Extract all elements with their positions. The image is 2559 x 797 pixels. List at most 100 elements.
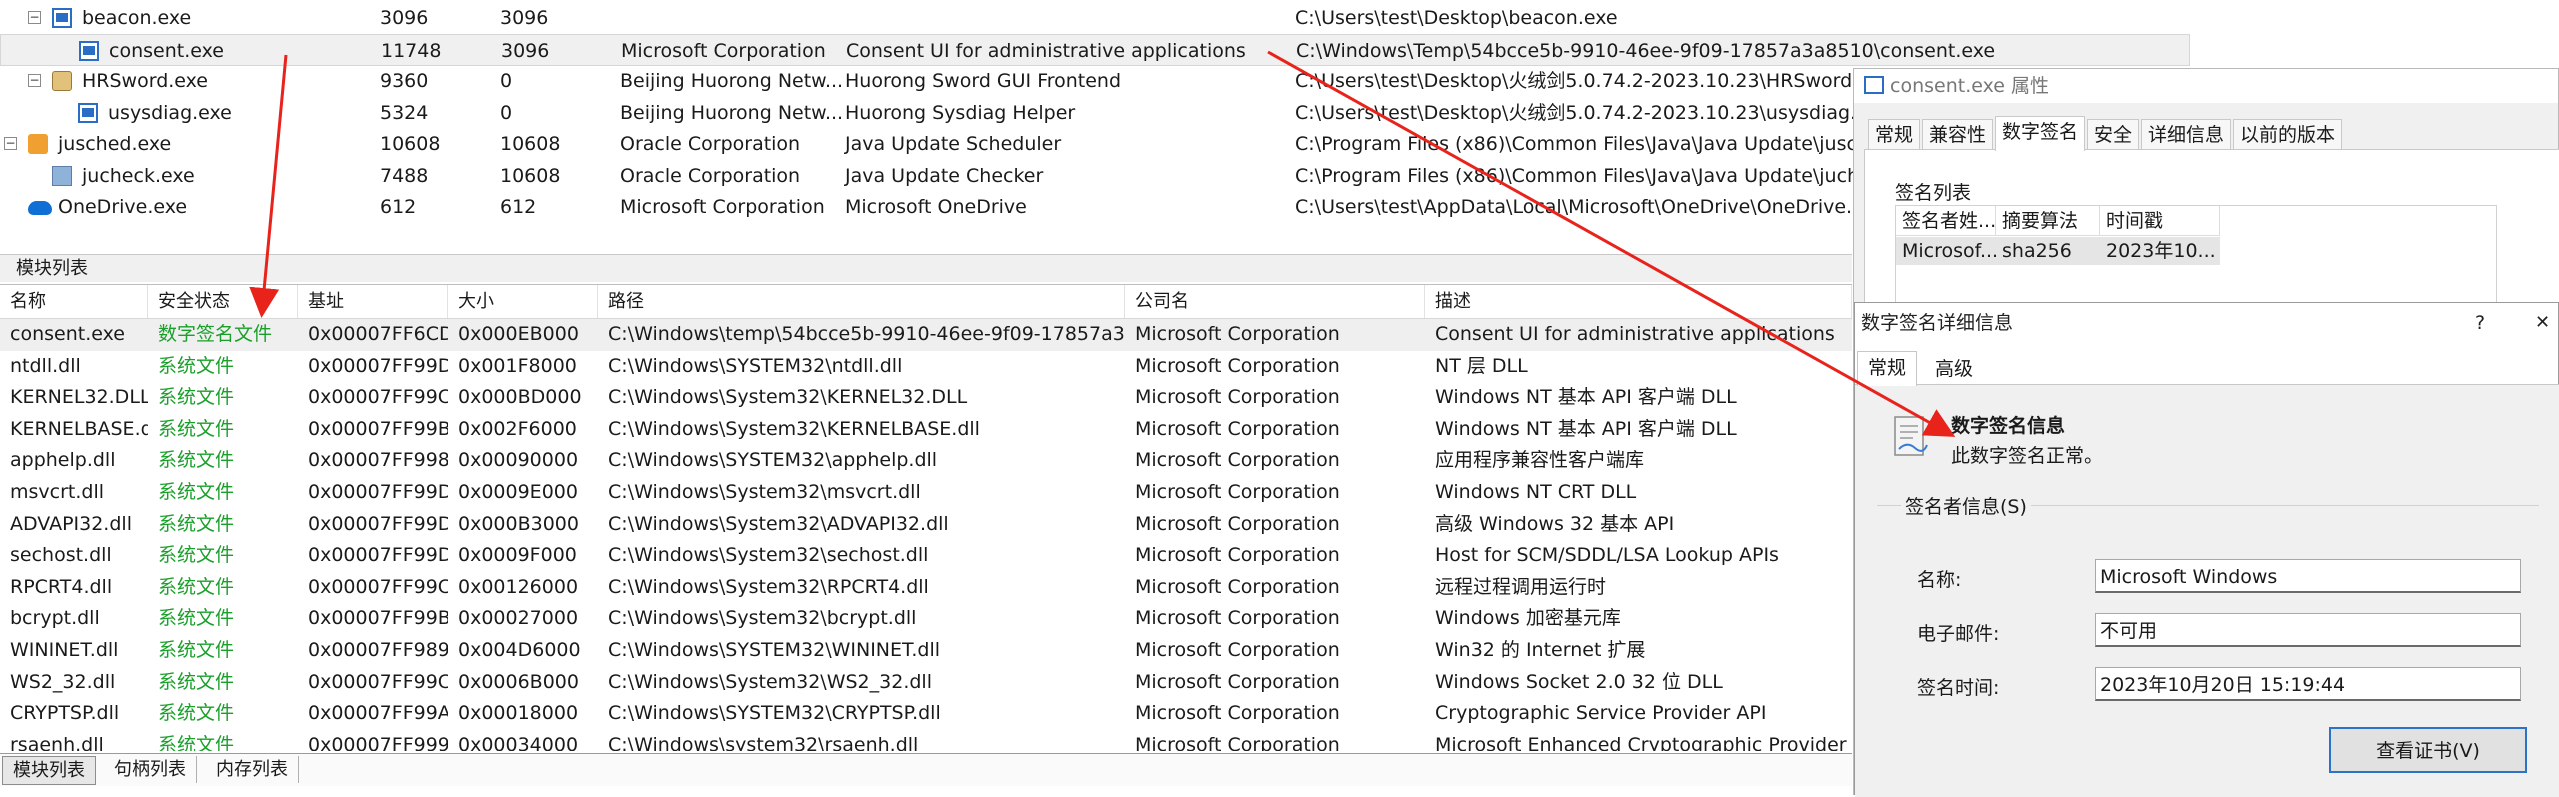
process-description: Java Update Scheduler: [845, 133, 1062, 155]
properties-tab[interactable]: 安全: [2087, 119, 2140, 150]
module-cell: Microsoft Corporation: [1135, 449, 1340, 472]
module-cell: C:\Windows\temp\54bcce5b-9910-46ee-9f09-…: [608, 323, 1125, 345]
process-path: C:\Windows\Temp\54bcce5b-9910-46ee-9f09-…: [1296, 39, 1996, 62]
module-row[interactable]: msvcrt.dll 系统文件 0x00007FF99D... 0x0009E000 C…: [0, 477, 1852, 509]
email-label: 电子邮件:: [1917, 623, 2000, 645]
column-header[interactable]: 路径: [598, 285, 1125, 318]
column-header[interactable]: 基址: [298, 285, 448, 318]
details-general-panel: 数字签名信息 此数字签名正常。 签名者信息(S) 名称: Microsoft W…: [1855, 384, 2559, 797]
module-cell: 0x00090000: [458, 449, 579, 472]
process-name: HRSword.exe: [82, 70, 208, 92]
module-row[interactable]: KERNELBASE.dll 系统文件 0x00007FF99B... 0x002F6…: [0, 414, 1852, 446]
module-cell: Microsoft Enhanced Cryptographic Provide…: [1435, 733, 1847, 751]
process-path: C:\Users\test\Desktop\beacon.exe: [1295, 7, 1618, 29]
signature-cell[interactable]: Microsof...: [1896, 237, 1996, 265]
process-company: Oracle Corporation: [620, 164, 801, 187]
process-pid: 10608: [380, 133, 441, 155]
column-header[interactable]: 安全状态: [148, 285, 298, 318]
module-cell: 0x00007FF99C...: [308, 575, 448, 598]
module-cell: Windows 加密基元库: [1435, 607, 1621, 630]
module-cell: KERNEL32.DLL: [10, 386, 148, 409]
window-icon: [52, 8, 72, 28]
module-cell: 远程过程调用运行时: [1435, 575, 1607, 598]
module-cell: Windows NT 基本 API 客户端 DLL: [1435, 417, 1737, 440]
bottom-tab[interactable]: 句柄列表: [104, 756, 197, 783]
module-cell: sechost.dll: [10, 544, 112, 567]
name-label: 名称:: [1917, 569, 1962, 591]
properties-tab[interactable]: 兼容性: [1922, 119, 1994, 150]
module-row[interactable]: WININET.dll 系统文件 0x00007FF989... 0x004D6000…: [0, 635, 1852, 667]
properties-tab[interactable]: 详细信息: [2141, 119, 2232, 150]
details-title-text: 数字签名详细信息: [1861, 312, 2014, 334]
column-header[interactable]: 描述: [1425, 285, 1852, 318]
process-name: OneDrive.exe: [58, 196, 188, 218]
signing-time-field[interactable]: 2023年10月20日 15:19:44: [2095, 667, 2521, 701]
close-icon[interactable]: ✕: [2535, 303, 2550, 343]
process-ppid: 3096: [500, 7, 549, 29]
details-tab[interactable]: 常规: [1857, 351, 1918, 386]
signature-cell[interactable]: 2023年10...: [2100, 237, 2220, 265]
process-ppid: 3096: [501, 39, 550, 62]
process-name: jusched.exe: [58, 133, 172, 155]
column-header[interactable]: 名称: [0, 285, 148, 318]
signature-column-header[interactable]: 时间戳: [2100, 206, 2220, 236]
process-pid: 7488: [380, 164, 429, 187]
properties-title-text: consent.exe 属性: [1890, 75, 2049, 97]
module-cell: 0x000BD000: [458, 386, 582, 409]
module-row[interactable]: RPCRT4.dll 系统文件 0x00007FF99C... 0x00126000 C…: [0, 572, 1852, 604]
collapse-toggle-icon[interactable]: −: [4, 137, 17, 150]
help-button[interactable]: ?: [2475, 303, 2485, 343]
module-row[interactable]: apphelp.dll 系统文件 0x00007FF998... 0x00090000…: [0, 445, 1852, 477]
bottom-tab-strip: 模块列表 句柄列表 内存列表: [0, 753, 1852, 786]
properties-tab[interactable]: 数字签名: [1995, 116, 2086, 151]
module-cell: 0x00007FF99B...: [308, 417, 448, 440]
module-row[interactable]: bcrypt.dll 系统文件 0x00007FF99B... 0x00027000 C…: [0, 603, 1852, 635]
signer-email-field[interactable]: 不可用: [2095, 613, 2521, 647]
module-cell: 系统文件: [158, 512, 235, 535]
module-cell: Microsoft Corporation: [1135, 575, 1340, 598]
details-tab[interactable]: 高级: [1925, 353, 1983, 385]
properties-tab[interactable]: 常规: [1868, 119, 1921, 150]
signature-details-dialog: 数字签名详细信息 ? ✕ 常规 高级 数字签名信息 此数字签名正常。 签名者信息(…: [1854, 302, 2559, 797]
process-path: C:\Users\test\Desktop\火绒剑5.0.74.2-2023.1…: [1295, 101, 1890, 124]
module-row[interactable]: rsaenh.dll 系统文件 0x00007FF999... 0x00034000 C…: [0, 730, 1852, 751]
module-row[interactable]: ntdll.dll 系统文件 0x00007FF99D... 0x001F8000 C:…: [0, 351, 1852, 383]
module-row[interactable]: WS2_32.dll 系统文件 0x00007FF99C... 0x0006B000 C…: [0, 667, 1852, 699]
signature-column-header[interactable]: 摘要算法: [1996, 206, 2100, 236]
signer-name-field[interactable]: Microsoft Windows: [2095, 559, 2521, 593]
process-ppid: 612: [500, 196, 537, 218]
module-cell: Microsoft Corporation: [1135, 323, 1340, 345]
column-header[interactable]: 大小: [448, 285, 598, 318]
module-cell: Cryptographic Service Provider API: [1435, 702, 1767, 725]
module-row[interactable]: CRYPTSP.dll 系统文件 0x00007FF99A... 0x00018000…: [0, 698, 1852, 730]
view-certificate-button[interactable]: 查看证书(V): [2329, 727, 2527, 773]
module-cell: ADVAPI32.dll: [10, 512, 132, 535]
process-path: C:\Program Files (x86)\Common Files\Java…: [1295, 133, 1893, 155]
process-ppid: 10608: [500, 133, 561, 155]
module-cell: C:\Windows\system32\rsaenh.dll: [608, 733, 919, 751]
module-cell: C:\Windows\System32\sechost.dll: [608, 544, 929, 567]
bottom-tab[interactable]: 模块列表: [2, 756, 96, 785]
module-cell: Microsoft Corporation: [1135, 354, 1340, 377]
process-ppid: 0: [500, 101, 513, 124]
module-row[interactable]: sechost.dll 系统文件 0x00007FF99D... 0x0009F000…: [0, 540, 1852, 572]
module-row[interactable]: KERNEL32.DLL 系统文件 0x00007FF99C... 0x000BD00…: [0, 382, 1852, 414]
bottom-tab[interactable]: 内存列表: [206, 756, 299, 783]
shield-icon: [52, 71, 72, 91]
signature-column-header[interactable]: 签名者姓...: [1896, 206, 1996, 236]
module-row[interactable]: consent.exe 数字签名文件 0x00007FF6CD... 0x000EB0…: [0, 319, 1852, 351]
process-row[interactable]: consent.exe 11748 3096 Microsoft Corporatio…: [0, 33, 2190, 66]
process-company: Beijing Huorong Netw...: [620, 101, 844, 124]
module-row[interactable]: ADVAPI32.dll 系统文件 0x00007FF99D... 0x000B300…: [0, 509, 1852, 541]
process-description: Huorong Sword GUI Frontend: [845, 70, 1122, 92]
collapse-toggle-icon[interactable]: −: [28, 11, 41, 24]
module-cell: C:\Windows\System32\bcrypt.dll: [608, 607, 917, 630]
module-cell: 系统文件: [158, 417, 235, 440]
certificate-icon: [1891, 415, 1931, 461]
properties-tab[interactable]: 以前的版本: [2233, 119, 2343, 150]
details-dialog-title: 数字签名详细信息 ? ✕: [1855, 303, 2558, 343]
column-header[interactable]: 公司名: [1125, 285, 1425, 318]
process-row[interactable]: − beacon.exe 3096 3096 C:\Users\test\Desktop…: [0, 2, 2190, 34]
collapse-toggle-icon[interactable]: −: [28, 74, 41, 87]
signature-cell[interactable]: sha256: [1996, 237, 2100, 265]
